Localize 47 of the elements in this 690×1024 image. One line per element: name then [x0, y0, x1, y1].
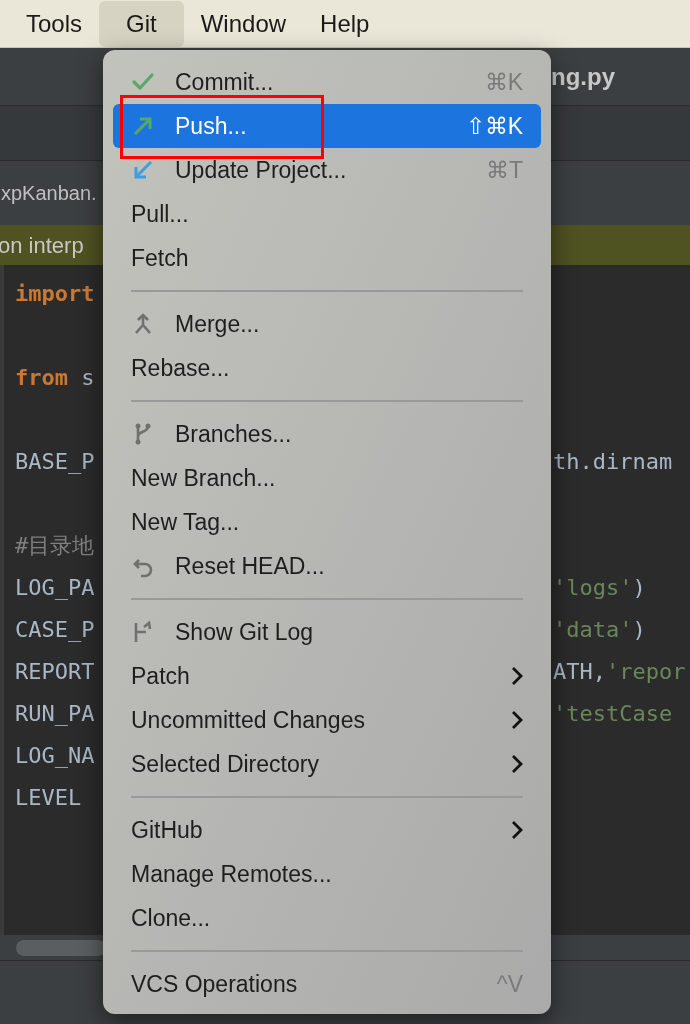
menu-item[interactable]: Branches...: [113, 412, 541, 456]
code-line: from s: [15, 363, 95, 392]
menu-item[interactable]: Reset HEAD...: [113, 544, 541, 588]
code-line: LEVEL: [15, 783, 82, 812]
menu-item[interactable]: Rebase...: [113, 346, 541, 390]
menu-bar-item[interactable]: Git: [99, 0, 184, 47]
shortcut-label: ⌘K: [484, 67, 523, 97]
code-line: LOG_PA: [15, 573, 95, 602]
chevron-right-icon: [511, 820, 523, 840]
code-line: RUN_PA: [15, 699, 95, 728]
code-line: #目录地: [15, 531, 95, 560]
menu-item[interactable]: Patch: [113, 654, 541, 698]
menu-item[interactable]: Show Git Log: [113, 610, 541, 654]
menu-item[interactable]: Clone...: [113, 896, 541, 940]
menu-item[interactable]: New Branch...: [113, 456, 541, 500]
menu-item[interactable]: Merge...: [113, 302, 541, 346]
code-line: th.dirnam: [553, 447, 673, 476]
shortcut-label: ⌘T: [485, 155, 523, 185]
menu-item[interactable]: Push... ⇧⌘K: [113, 104, 541, 148]
code-line: LOG_NA: [15, 741, 95, 770]
code-line: import: [15, 279, 95, 308]
menu-item[interactable]: New Tag...: [113, 500, 541, 544]
scrollbar-thumb[interactable]: [16, 939, 106, 956]
menu-bar-item[interactable]: Help: [303, 0, 387, 47]
menu-item[interactable]: Pull...: [113, 192, 541, 236]
code-line: ATH,'repor: [553, 657, 686, 686]
menu-item[interactable]: Update Project... ⌘T: [113, 148, 541, 192]
menu-item[interactable]: Manage Remotes...: [113, 852, 541, 896]
editor-tab[interactable]: xpKanban.: [1, 178, 97, 208]
chevron-right-icon: [511, 710, 523, 730]
menu-item[interactable]: Commit... ⌘K: [113, 60, 541, 104]
chevron-right-icon: [511, 666, 523, 686]
menu-item[interactable]: GitHub: [113, 808, 541, 852]
code-line: REPORT: [15, 657, 95, 686]
menu-item[interactable]: Selected Directory: [113, 742, 541, 786]
code-line: BASE_P: [15, 447, 95, 476]
menu-item[interactable]: Fetch: [113, 236, 541, 280]
menu-bar-item[interactable]: Window: [183, 0, 304, 47]
code-line: CASE_P: [15, 615, 95, 644]
menu-item[interactable]: Uncommitted Changes: [113, 698, 541, 742]
chevron-right-icon: [511, 754, 523, 774]
code-line: 'logs'): [553, 573, 646, 602]
file-title: ng.py: [551, 61, 615, 92]
code-line: 'data'): [553, 615, 646, 644]
code-line: 'testCase: [553, 699, 673, 728]
shortcut-label: ⇧⌘K: [465, 111, 523, 141]
menu-bar-item[interactable]: Tools: [9, 0, 100, 47]
